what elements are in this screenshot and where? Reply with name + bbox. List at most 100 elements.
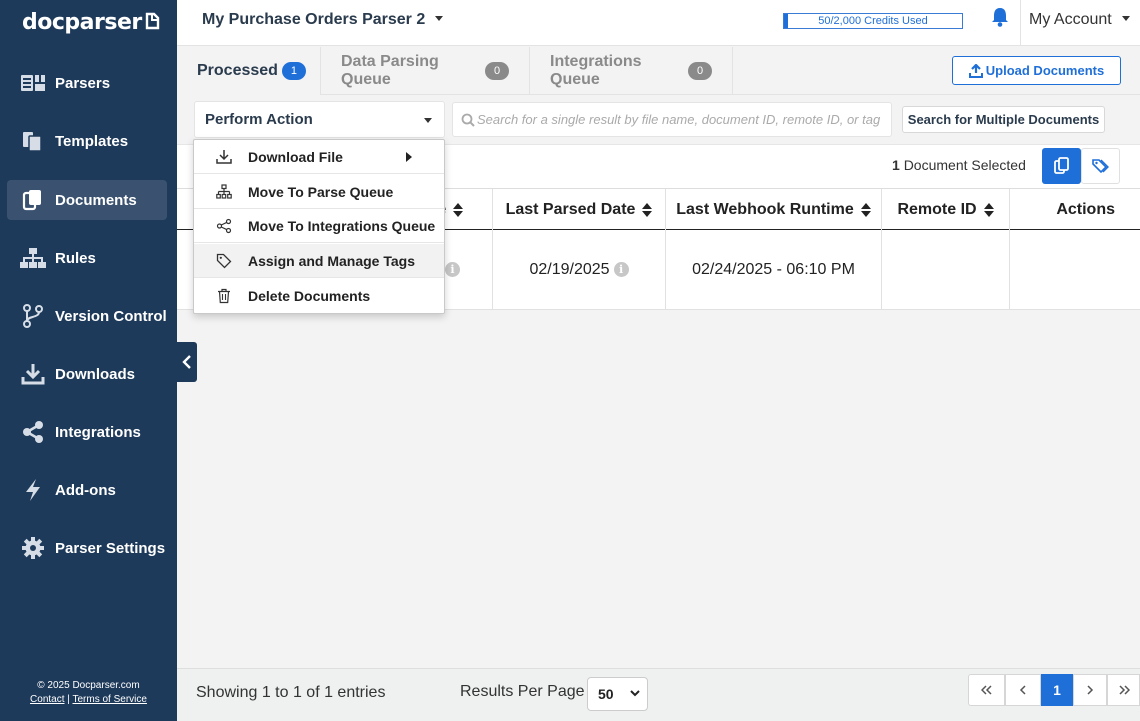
sidebar-item-parser-settings[interactable]: Parser Settings — [7, 528, 167, 568]
caret-down-icon — [435, 16, 444, 21]
logo-text: docparser — [22, 10, 142, 35]
tab-label: Processed — [197, 62, 278, 79]
tab-label: Data Parsing Queue — [341, 53, 439, 88]
menu-item-move-to-integrations-queue[interactable]: Move To Integrations Queue — [194, 209, 444, 243]
menu-item-download-file[interactable]: Download File — [194, 140, 444, 174]
upload-documents-button[interactable]: Upload Documents — [952, 56, 1121, 85]
column-header-label: Actions — [1056, 200, 1115, 218]
sidebar-item-label: Downloads — [55, 365, 136, 383]
search-icon — [461, 113, 475, 127]
caret-down-icon — [424, 118, 432, 123]
menu-item-move-to-parse-queue[interactable]: Move To Parse Queue — [194, 175, 444, 209]
tab-processed[interactable]: Processed 1 — [177, 47, 321, 95]
menu-item-label: Assign and Manage Tags — [248, 252, 415, 269]
search-multiple-documents-button[interactable]: Search for Multiple Documents — [902, 106, 1105, 133]
top-header: My Purchase Orders Parser 2 50/2,000 Cre… — [177, 0, 1140, 46]
selection-status: 1 Document Selected — [892, 157, 1026, 173]
sidebar-item-version-control[interactable]: Version Control — [7, 296, 167, 336]
selected-count: 1 — [892, 157, 900, 173]
results-per-page-label: Results Per Page — [460, 683, 585, 700]
tags-view-button[interactable] — [1081, 148, 1120, 184]
chevron-down-icon — [630, 690, 640, 697]
sidebar-item-integrations[interactable]: Integrations — [7, 412, 167, 452]
page-button-current[interactable]: 1 — [1041, 674, 1073, 706]
sidebar-item-parsers[interactable]: Parsers — [7, 63, 167, 103]
documents-view-button[interactable] — [1042, 148, 1081, 184]
trash-icon — [216, 288, 232, 304]
header-divider — [1020, 0, 1021, 46]
account-menu[interactable]: My Account — [1029, 11, 1130, 29]
upload-label: Upload Documents — [985, 63, 1105, 78]
double-chevron-left-icon — [980, 685, 992, 695]
column-header-actions: Actions — [1009, 189, 1140, 230]
sidebar-item-downloads[interactable]: Downloads — [7, 354, 167, 394]
first-page-button[interactable] — [968, 674, 1005, 706]
credits-text: 50/2,000 Credits Used — [818, 15, 928, 27]
column-header-last-webhook-runtime[interactable]: Last Webhook Runtime — [665, 189, 881, 230]
menu-item-assign-and-manage-tags[interactable]: Assign and Manage Tags — [194, 244, 444, 278]
cell-last-parsed-value: 02/19/2025 — [529, 260, 610, 278]
chevron-right-icon — [1087, 685, 1094, 695]
parser-selector[interactable]: My Purchase Orders Parser 2 — [202, 11, 444, 29]
caret-down-icon — [1121, 16, 1130, 21]
sidebar-item-documents[interactable]: Documents — [7, 180, 167, 220]
sidebar-item-label: Templates — [55, 132, 129, 150]
sitemap-icon — [216, 183, 232, 200]
cell-actions — [1009, 230, 1140, 309]
documents-icon — [20, 188, 46, 212]
download-icon — [216, 149, 232, 165]
tab-data-parsing-queue[interactable]: Data Parsing Queue 0 — [321, 47, 530, 95]
column-header-remote-id[interactable]: Remote ID — [881, 189, 1009, 230]
menu-item-label: Download File — [248, 148, 343, 165]
sidebar-item-label: Parsers — [55, 74, 111, 92]
sort-icon — [453, 202, 464, 217]
templates-icon — [20, 129, 46, 153]
next-page-button[interactable] — [1073, 674, 1107, 706]
terms-link[interactable]: Terms of Service — [73, 694, 147, 705]
search-box — [452, 102, 892, 137]
column-header-last-parsed-date[interactable]: Last Parsed Date — [492, 189, 665, 230]
sidebar-item-addons[interactable]: Add-ons — [7, 470, 167, 510]
copyright-text: © 2025 Docparser.com — [37, 680, 140, 691]
column-header-label: Last Webhook Runtime — [676, 200, 854, 218]
menu-item-delete-documents[interactable]: Delete Documents — [194, 279, 444, 313]
perform-action-menu: Download File Move To Parse Queue Move T… — [193, 139, 445, 314]
footer-separator: | — [67, 694, 70, 705]
sidebar-item-templates[interactable]: Templates — [7, 121, 167, 161]
sidebar-item-rules[interactable]: Rules — [7, 238, 167, 278]
downloads-icon — [20, 362, 46, 386]
menu-item-label: Move To Integrations Queue — [248, 217, 436, 234]
sidebar-collapse-button[interactable] — [177, 342, 197, 382]
menu-item-label: Delete Documents — [248, 288, 371, 304]
tab-integrations-queue[interactable]: Integrations Queue 0 — [530, 47, 733, 95]
results-per-page-select[interactable]: 50 — [587, 677, 648, 711]
share-icon — [216, 218, 232, 234]
last-page-button[interactable] — [1107, 674, 1140, 706]
parser-name: My Purchase Orders Parser 2 — [202, 11, 426, 28]
info-icon[interactable]: i — [613, 262, 629, 277]
gear-icon — [20, 536, 46, 560]
credits-meter: 50/2,000 Credits Used — [783, 13, 963, 29]
cell-last-webhook-runtime: 02/24/2025 - 06:10 PM — [665, 230, 881, 309]
search-input[interactable] — [477, 103, 887, 136]
docparser-logo[interactable]: docparser — [22, 10, 161, 35]
chevron-left-icon — [1019, 685, 1026, 695]
upload-icon — [968, 63, 983, 78]
menu-item-label: Move To Parse Queue — [248, 183, 394, 200]
sidebar-item-label: Parser Settings — [55, 539, 166, 557]
version-control-icon — [20, 304, 46, 328]
bell-icon[interactable] — [990, 6, 1010, 28]
sidebar: docparser Parsers Templates Documents Ru… — [0, 0, 177, 721]
chevron-left-icon — [182, 355, 191, 369]
contact-link[interactable]: Contact — [30, 694, 64, 705]
perform-action-label: Perform Action — [205, 111, 313, 128]
sidebar-item-label: Documents — [55, 191, 137, 209]
account-label: My Account — [1029, 11, 1112, 28]
double-chevron-right-icon — [1118, 685, 1130, 695]
copy-icon — [1053, 157, 1069, 174]
info-icon[interactable]: i — [444, 262, 460, 277]
perform-action-dropdown[interactable]: Perform Action — [194, 101, 445, 138]
addons-icon — [20, 478, 46, 502]
tag-icon — [216, 253, 232, 269]
previous-page-button[interactable] — [1005, 674, 1041, 706]
